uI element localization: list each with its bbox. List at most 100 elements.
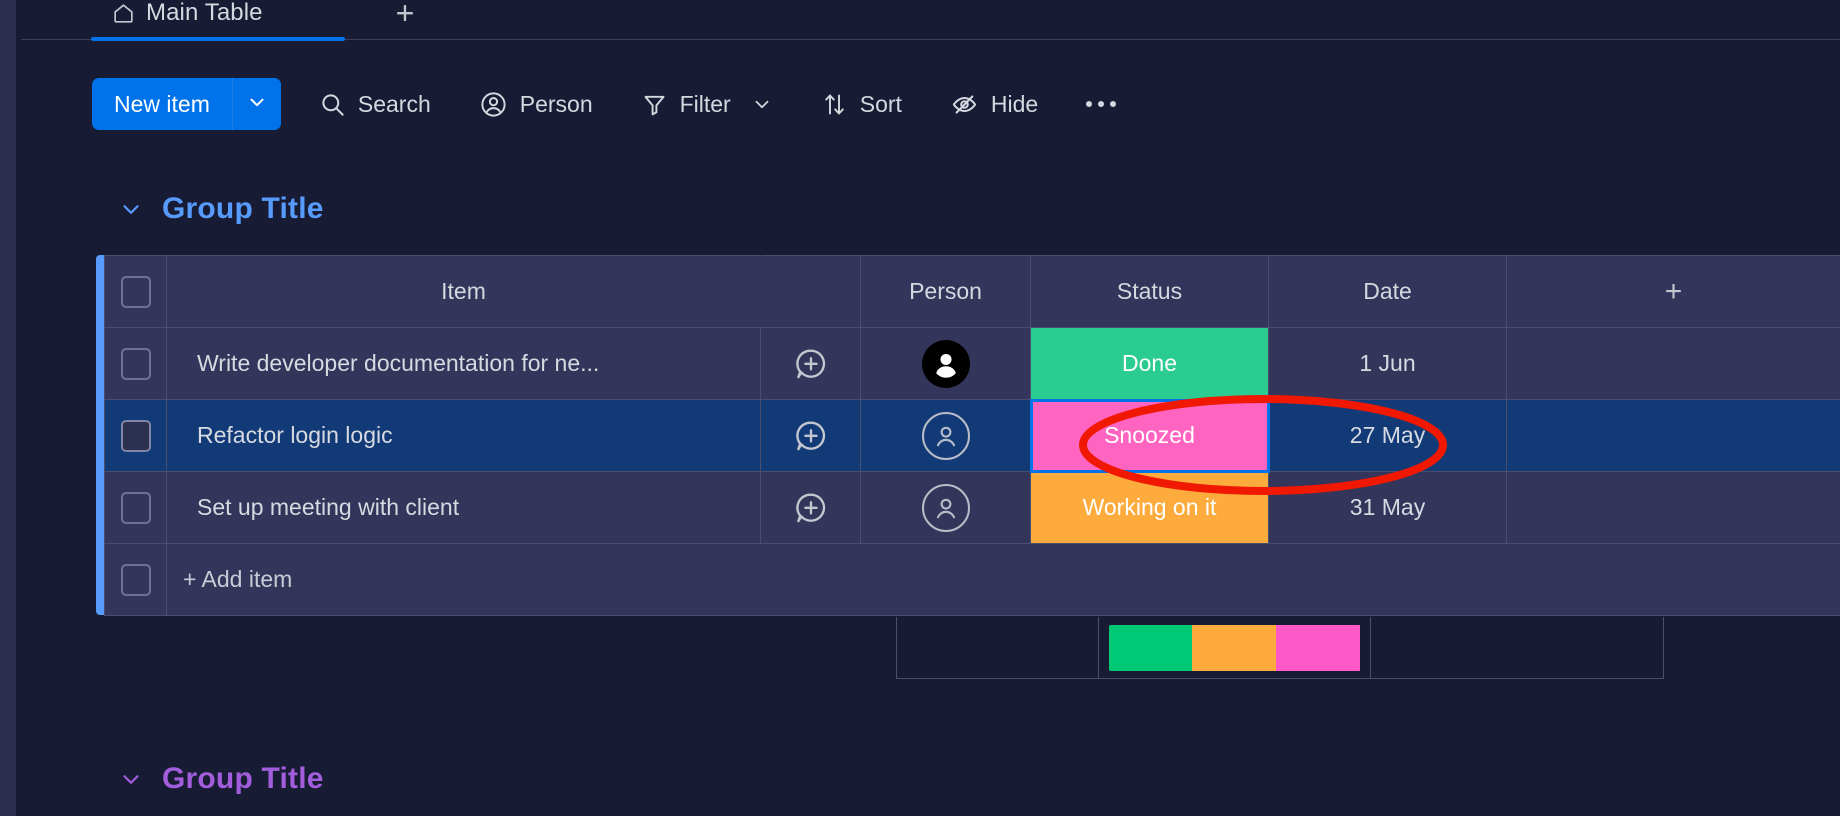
person-label: Person — [519, 90, 593, 117]
tab-main-table[interactable]: Main Table — [91, 0, 283, 40]
row-date-cell[interactable]: 1 Jun — [1268, 327, 1507, 400]
board-view: Main Table + New item Search Person Filt… — [0, 0, 1840, 816]
search-icon — [319, 91, 346, 118]
row-checkbox-cell[interactable] — [104, 471, 167, 544]
group-title: Group Title — [162, 762, 324, 795]
chat-add-icon[interactable] — [761, 489, 860, 527]
sort-label: Sort — [859, 90, 902, 117]
row-status-cell[interactable]: Done — [1030, 327, 1269, 400]
header-status[interactable]: Status — [1030, 255, 1269, 328]
row-chat-cell[interactable] — [760, 471, 861, 544]
add-item-checkbox[interactable] — [120, 563, 151, 596]
sort-button[interactable]: Sort — [811, 81, 912, 127]
group-header-2[interactable]: Group Title — [118, 762, 324, 796]
date-value: 1 Jun — [1359, 350, 1416, 376]
row-item-cell[interactable]: Write developer documentation for ne... — [166, 327, 761, 400]
row-checkbox[interactable] — [120, 347, 151, 380]
board-table-wrapper: Item Person Status Date + Write develope… — [96, 255, 1840, 616]
summary-status-cell[interactable] — [1099, 617, 1371, 678]
header-date[interactable]: Date — [1268, 255, 1507, 328]
row-checkbox[interactable] — [120, 419, 151, 452]
table-row[interactable]: Write developer documentation for ne... — [104, 327, 1840, 400]
table-row[interactable]: Set up meeting with client Working on it… — [104, 471, 1840, 544]
eye-off-icon — [950, 90, 979, 119]
add-column-icon[interactable]: + — [1507, 275, 1840, 309]
add-item-label: + Add item — [183, 566, 293, 592]
date-value: 27 May — [1349, 422, 1426, 448]
summary-person-cell — [897, 617, 1099, 678]
add-tab-button[interactable]: + — [381, 0, 429, 40]
status-badge[interactable]: Done — [1031, 328, 1268, 399]
group-color-bar — [96, 255, 104, 615]
tab-bar: Main Table + — [21, 0, 1840, 41]
add-item-cell[interactable]: + Add item — [166, 543, 1840, 616]
ellipsis-icon — [1086, 101, 1117, 107]
row-empty-cell — [1506, 471, 1840, 544]
row-status-cell[interactable]: Snoozed — [1029, 398, 1270, 473]
chat-add-icon[interactable] — [761, 345, 860, 383]
item-name: Set up meeting with client — [197, 494, 460, 520]
chevron-down-icon[interactable] — [751, 93, 773, 115]
table-header-row: Item Person Status Date + — [104, 255, 1840, 328]
row-status-cell[interactable]: Working on it — [1030, 471, 1269, 544]
summary-date-cell — [1371, 617, 1663, 678]
date-value: 31 May — [1349, 494, 1426, 520]
row-person-cell[interactable] — [860, 471, 1031, 544]
header-add-column[interactable]: + — [1506, 255, 1840, 328]
group-summary-bar — [896, 617, 1664, 679]
sort-arrows-icon — [821, 91, 848, 118]
select-all-checkbox[interactable] — [120, 275, 151, 308]
row-item-cell[interactable]: Refactor login logic — [166, 399, 761, 472]
row-person-cell[interactable] — [860, 327, 1031, 400]
row-item-cell[interactable]: Set up meeting with client — [166, 471, 761, 544]
row-chat-cell[interactable] — [760, 327, 861, 400]
more-options-button[interactable] — [1074, 81, 1128, 127]
avatar[interactable] — [921, 411, 970, 460]
rail-gap — [16, 0, 21, 816]
tab-active-indicator — [91, 37, 345, 41]
chevron-down-icon — [246, 91, 268, 118]
person-filter-button[interactable]: Person — [469, 81, 603, 127]
status-segment-snoozed — [1276, 624, 1361, 671]
new-item-dropdown-button[interactable] — [232, 78, 281, 130]
avatar[interactable] — [921, 483, 970, 532]
row-person-cell[interactable] — [860, 399, 1031, 472]
chevron-down-icon[interactable] — [118, 766, 144, 792]
row-chat-cell[interactable] — [760, 399, 861, 472]
search-button[interactable]: Search — [309, 81, 441, 127]
status-badge[interactable]: Working on it — [1031, 472, 1268, 543]
row-empty-cell — [1506, 327, 1840, 400]
status-badge[interactable]: Snoozed — [1031, 400, 1268, 471]
add-item-checkbox-cell — [104, 543, 167, 616]
new-item-button-group[interactable]: New item — [92, 78, 281, 130]
row-date-cell[interactable]: 27 May — [1268, 399, 1507, 472]
search-label: Search — [357, 90, 431, 117]
table-row[interactable]: Refactor login logic Snoozed 27 May — [104, 398, 1840, 473]
status-segment-done — [1108, 624, 1193, 671]
header-item[interactable]: Item — [166, 255, 761, 328]
row-date-cell[interactable]: 31 May — [1268, 471, 1507, 544]
status-segment-working — [1192, 624, 1277, 671]
header-select-all[interactable] — [104, 255, 167, 328]
group-title: Group Title — [162, 192, 324, 225]
header-person[interactable]: Person — [860, 255, 1031, 328]
board-table: Item Person Status Date + Write develope… — [104, 255, 1840, 616]
add-item-row[interactable]: + Add item — [104, 543, 1840, 616]
chat-add-icon[interactable] — [761, 417, 860, 455]
hide-button[interactable]: Hide — [940, 81, 1048, 127]
filter-label: Filter — [679, 90, 731, 117]
status-distribution-bar[interactable] — [1108, 624, 1361, 671]
filter-button[interactable]: Filter — [631, 81, 783, 127]
new-item-button[interactable]: New item — [92, 78, 232, 130]
avatar[interactable] — [921, 339, 970, 388]
header-chat — [760, 255, 861, 328]
row-checkbox-cell[interactable] — [104, 327, 167, 400]
item-name: Refactor login logic — [197, 422, 393, 448]
left-rail — [0, 0, 16, 816]
group-header-1[interactable]: Group Title — [118, 192, 324, 226]
hide-label: Hide — [990, 90, 1039, 117]
row-checkbox[interactable] — [120, 491, 151, 524]
chevron-down-icon[interactable] — [118, 196, 144, 222]
home-icon — [111, 1, 136, 26]
row-checkbox-cell[interactable] — [104, 399, 167, 472]
